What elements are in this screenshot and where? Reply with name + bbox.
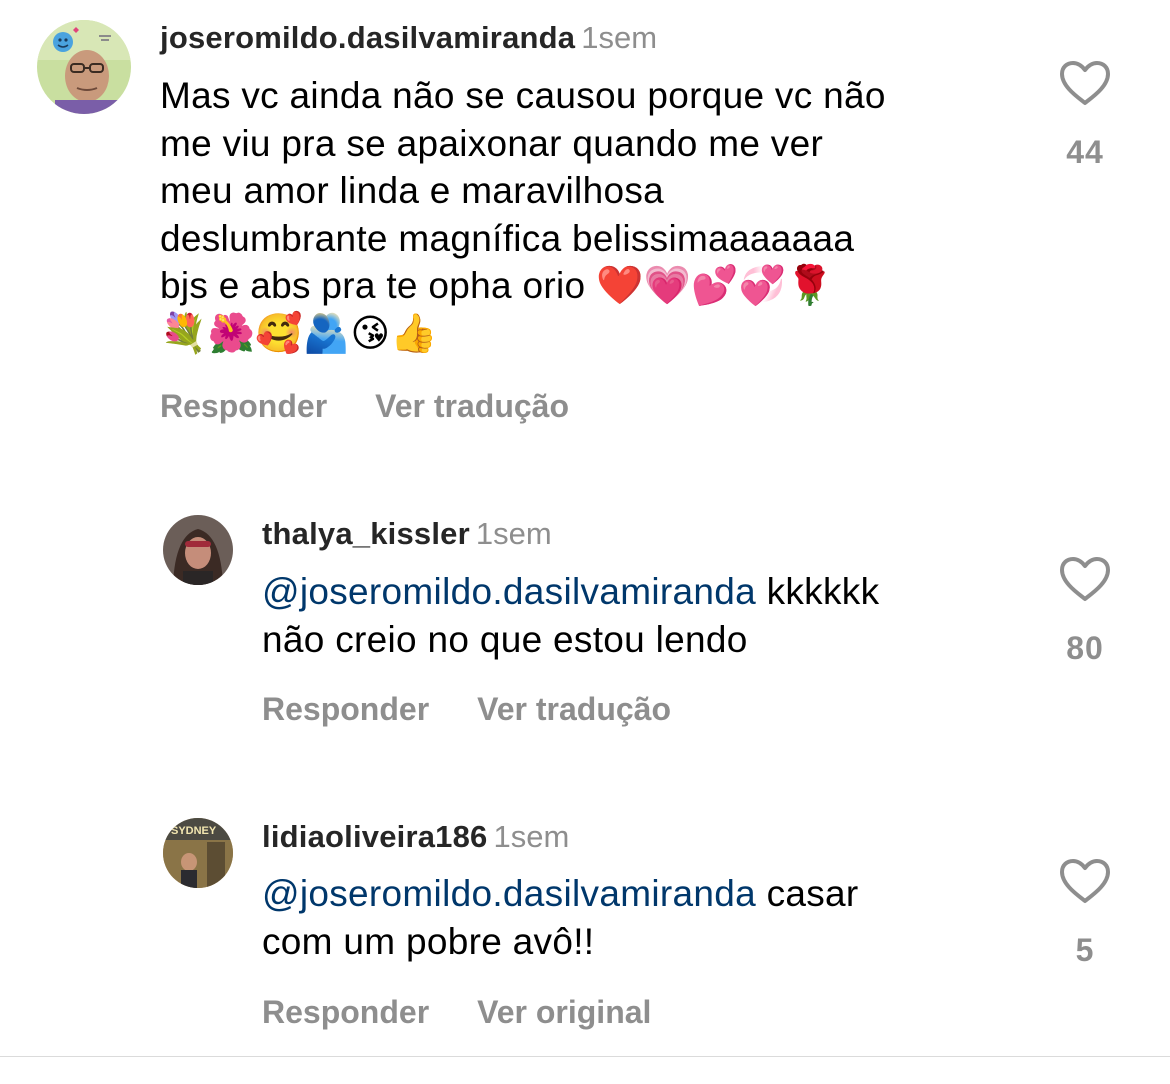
timestamp: 1sem [493, 819, 570, 854]
comment-text: @joseromildo.dasilvamiranda casar com um… [262, 870, 1022, 965]
avatar-image-icon [163, 515, 233, 585]
comment-text: Mas vc ainda não se causou porque vc não… [160, 72, 1020, 357]
see-original-button[interactable]: Ver original [477, 996, 651, 1028]
avatar[interactable] [163, 515, 233, 585]
avatar-image-icon [37, 20, 131, 114]
heart-outline-icon[interactable] [1055, 858, 1115, 904]
timestamp: 1sem [475, 516, 552, 551]
like-count: 5 [1075, 932, 1095, 968]
heart-outline-icon[interactable] [1055, 556, 1115, 602]
reply-button[interactable]: Responder [262, 693, 429, 725]
comment: joseromildo.dasilvamiranda 1sem Mas vc ai… [0, 0, 1170, 470]
reply-button[interactable]: Responder [262, 996, 429, 1028]
username[interactable]: thalya_kissler [262, 516, 470, 551]
divider [0, 1056, 1170, 1057]
mention-link[interactable]: @joseromildo.dasilvamiranda [262, 571, 756, 612]
avatar[interactable] [37, 20, 131, 114]
timestamp: 1sem [581, 20, 658, 55]
like-count: 80 [1066, 630, 1104, 666]
reply-button[interactable]: Responder [160, 390, 327, 422]
like-count: 44 [1066, 134, 1104, 170]
svg-text:SYDNEY: SYDNEY [171, 825, 217, 837]
username[interactable]: lidiaoliveira186 [262, 819, 488, 854]
translate-button[interactable]: Ver tradução [477, 693, 671, 725]
avatar-image-icon: SYDNEY [163, 818, 233, 888]
mention-link[interactable]: @joseromildo.dasilvamiranda [262, 873, 756, 914]
avatar[interactable]: SYDNEY [163, 818, 233, 888]
comment-text: @joseromildo.dasilvamiranda kkkkkk não c… [262, 568, 1022, 663]
heart-outline-icon[interactable] [1055, 60, 1115, 106]
username[interactable]: joseromildo.dasilvamiranda [160, 20, 575, 55]
translate-button[interactable]: Ver tradução [375, 390, 569, 422]
